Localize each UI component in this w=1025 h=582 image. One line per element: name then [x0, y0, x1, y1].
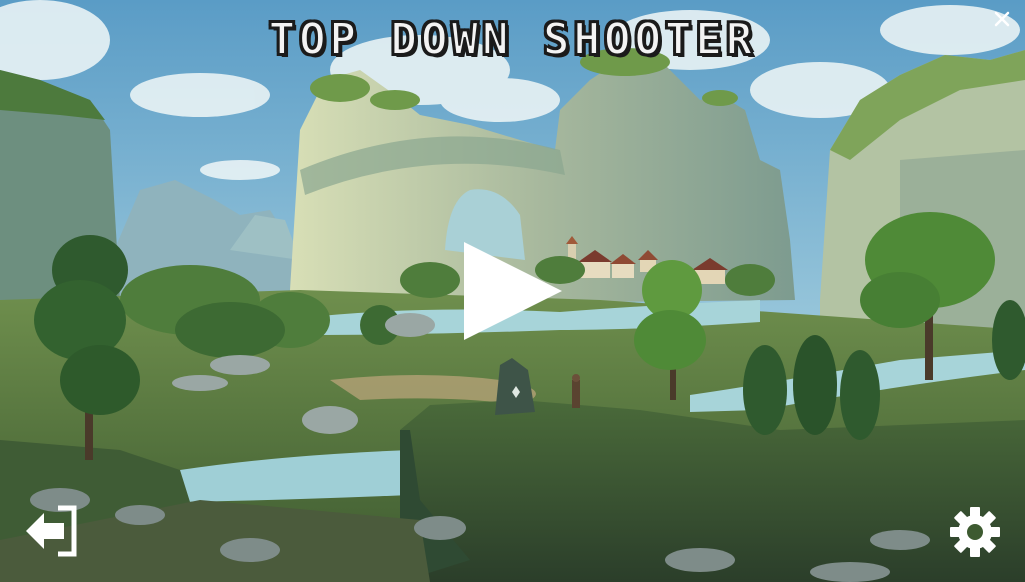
exit-door-icon [26, 505, 77, 557]
settings-button[interactable] [948, 505, 1002, 559]
close-button[interactable] [991, 8, 1013, 30]
close-icon [994, 11, 1010, 27]
gear-icon [950, 507, 1000, 557]
play-button[interactable] [460, 240, 566, 342]
exit-button[interactable] [24, 502, 82, 560]
play-icon [464, 242, 562, 340]
game-title: TOP DOWN SHOOTER [268, 13, 757, 66]
main-menu-screen: TOP DOWN SHOOTER [0, 0, 1025, 582]
